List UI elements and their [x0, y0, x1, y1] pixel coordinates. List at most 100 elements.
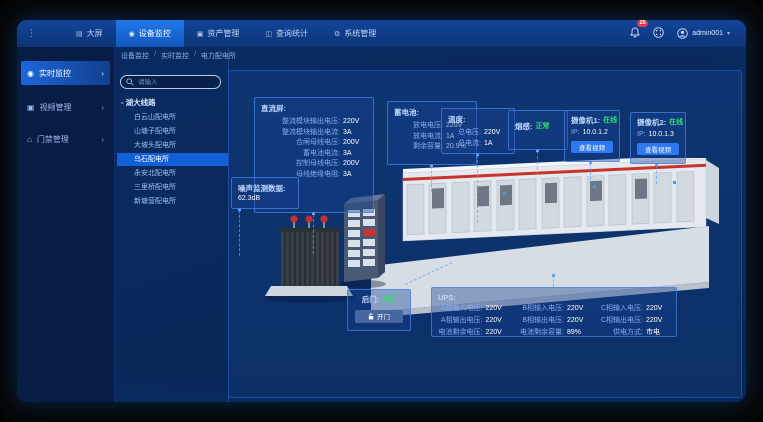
noise-value: 62.3dB: [238, 195, 292, 202]
metric-label: A相输入电压:: [438, 304, 483, 314]
tree-root-node[interactable]: - 湖大线路: [121, 97, 156, 108]
chevron-right-icon: ›: [101, 103, 104, 112]
username: admin001: [692, 30, 723, 37]
tree-item-substation-active[interactable]: 乌石配电所: [117, 153, 228, 166]
breadcrumb: 设备监控 / 实时监控 / 电力配电所: [121, 51, 236, 61]
metric-label: A相输出电压:: [438, 316, 483, 326]
breadcrumb-separator: /: [194, 51, 196, 61]
search-icon: [126, 78, 134, 86]
breadcrumb-item[interactable]: 实时监控: [161, 51, 189, 61]
metric-value: 200V: [343, 159, 367, 170]
metric-label: 合闸母线电压:: [261, 138, 340, 149]
metric-label: 控制母线电压:: [261, 159, 340, 170]
metric-label: 总电压:: [448, 128, 481, 139]
tree-item-substation[interactable]: 大坡头配电所: [117, 139, 228, 152]
tree-item-substation[interactable]: 三里桥配电所: [117, 181, 228, 194]
tree-item-substation[interactable]: 新塘营配电所: [117, 195, 228, 208]
nav-tabs: ▤ 大屏 ◉ 设备监控 ▣ 资产管理 ◫ 查询统计 ⚙ 系统管理: [63, 20, 389, 47]
navbar-actions: 25 admin001 ▾: [630, 25, 746, 43]
system-icon: ⚙: [334, 30, 340, 38]
view-video-button[interactable]: 查看视频: [637, 143, 679, 155]
device-marker: [503, 192, 506, 195]
realtime-monitor-icon: ◉: [27, 69, 34, 78]
smoke-label: 烟感:: [515, 122, 533, 133]
tab-query-statistics[interactable]: ◫ 查询统计: [252, 20, 321, 47]
camera1-status: 在线: [603, 116, 617, 127]
video-icon: ▣: [27, 103, 35, 112]
transformer: [265, 215, 353, 296]
metric-label: 放电电流:: [394, 132, 443, 143]
ip-label: IP:: [637, 130, 646, 140]
open-door-button[interactable]: 开门: [355, 310, 403, 323]
metric-label: 蓄电池电流:: [261, 149, 340, 160]
device-marker: [673, 181, 676, 184]
tab-asset-management[interactable]: ▣ 资产管理: [184, 20, 253, 47]
breadcrumb-item[interactable]: 电力配电所: [201, 51, 236, 61]
asset-icon: ▣: [197, 30, 204, 38]
tree-item-substation[interactable]: 山塘子配电所: [117, 125, 228, 138]
screen-icon: ▤: [76, 30, 83, 38]
door-icon: ⌂: [27, 135, 32, 144]
ups-panel-card: UPS: A相输入电压:220V B相输入电压:220V C相输入电压:220V…: [431, 287, 677, 337]
sidebar-item-realtime-monitor[interactable]: ◉ 实时监控 ›: [21, 61, 110, 85]
tree-search-input[interactable]: [120, 75, 221, 89]
metric-label: C相输入电压:: [601, 304, 643, 314]
ups-grid: A相输入电压:220V B相输入电压:220V C相输入电压:220V A相输出…: [438, 304, 670, 338]
monitor-icon: ◉: [129, 30, 135, 38]
metric-value: 220V: [343, 117, 367, 128]
tree-item-substation[interactable]: 白云山配电所: [117, 111, 228, 124]
metric-label: 放电电压:: [394, 121, 443, 132]
smoke-sensor-card: 烟感: 正常: [508, 110, 568, 150]
sidebar-item-label: 门禁管理: [37, 134, 69, 145]
door-control-card: 后门: 关闭 开门: [347, 289, 411, 331]
stats-icon: ◫: [265, 30, 272, 38]
smoke-status: 正常: [536, 122, 550, 133]
temperature-panel-title: 温度:: [448, 114, 508, 125]
breadcrumb-separator: /: [154, 51, 156, 61]
sidebar-item-video-management[interactable]: ▣ 视频管理 ›: [21, 95, 110, 119]
metric-label: 电池剩余电压:: [438, 328, 483, 338]
notifications-button[interactable]: 25: [630, 25, 640, 43]
metric-label: 电池剩余容量:: [520, 328, 565, 338]
tab-big-screen[interactable]: ▤ 大屏: [63, 20, 116, 47]
avatar-icon: [677, 28, 688, 39]
chevron-right-icon: ›: [101, 69, 104, 78]
chevron-right-icon: ›: [101, 135, 104, 144]
connector-line: [477, 155, 478, 223]
window-handle-icon: ⋮: [27, 28, 37, 39]
metric-value: 220V: [486, 316, 510, 326]
tree-item-substation[interactable]: 永安北配电所: [117, 167, 228, 180]
sidebar-item-label: 视频管理: [40, 102, 72, 113]
breadcrumb-item[interactable]: 设备监控: [121, 51, 149, 61]
tab-device-monitor[interactable]: ◉ 设备监控: [116, 20, 184, 47]
metric-label: B相输出电压:: [520, 316, 565, 326]
connector-line: [239, 210, 240, 256]
tab-system-management[interactable]: ⚙ 系统管理: [321, 20, 389, 47]
camera2-ip: 10.0.1.3: [649, 130, 674, 140]
app-window: ⋮ ▤ 大屏 ◉ 设备监控 ▣ 资产管理 ◫ 查询统计: [17, 20, 746, 402]
noise-monitor-card: 噪声监测数据: 62.3dB: [231, 177, 299, 209]
open-door-label: 开门: [377, 311, 390, 321]
fullscreen-button[interactable]: [653, 25, 664, 43]
tab-label: 大屏: [87, 28, 103, 39]
metric-value: 3A: [343, 149, 367, 160]
screen: ⋮ ▤ 大屏 ◉ 设备监控 ▣ 资产管理 ◫ 查询统计: [0, 0, 763, 422]
chevron-down-icon: ▾: [727, 30, 730, 37]
metric-label: 剩余容量:: [394, 142, 443, 153]
connector-line: [313, 214, 314, 254]
tab-label: 系统管理: [344, 28, 376, 39]
metric-value: 3A: [343, 128, 367, 139]
metric-label: 总电流:: [448, 139, 481, 150]
camera1-label: 摄像机1:: [571, 116, 600, 127]
noise-title: 噪声监测数据:: [238, 183, 292, 194]
user-menu[interactable]: admin001 ▾: [677, 28, 730, 39]
camera2-label: 摄像机2:: [637, 118, 666, 129]
sidebar-item-access-control[interactable]: ⌂ 门禁管理 ›: [21, 127, 110, 151]
bell-icon: [630, 27, 640, 38]
dc-panel-title: 直流屏:: [261, 103, 367, 114]
view-video-button[interactable]: 查看视频: [571, 141, 613, 153]
connector-line: [656, 165, 657, 184]
top-navbar: ⋮ ▤ 大屏 ◉ 设备监控 ▣ 资产管理 ◫ 查询统计: [17, 20, 746, 47]
metric-value: 220V: [646, 316, 670, 326]
metric-value: 1A: [484, 139, 508, 150]
